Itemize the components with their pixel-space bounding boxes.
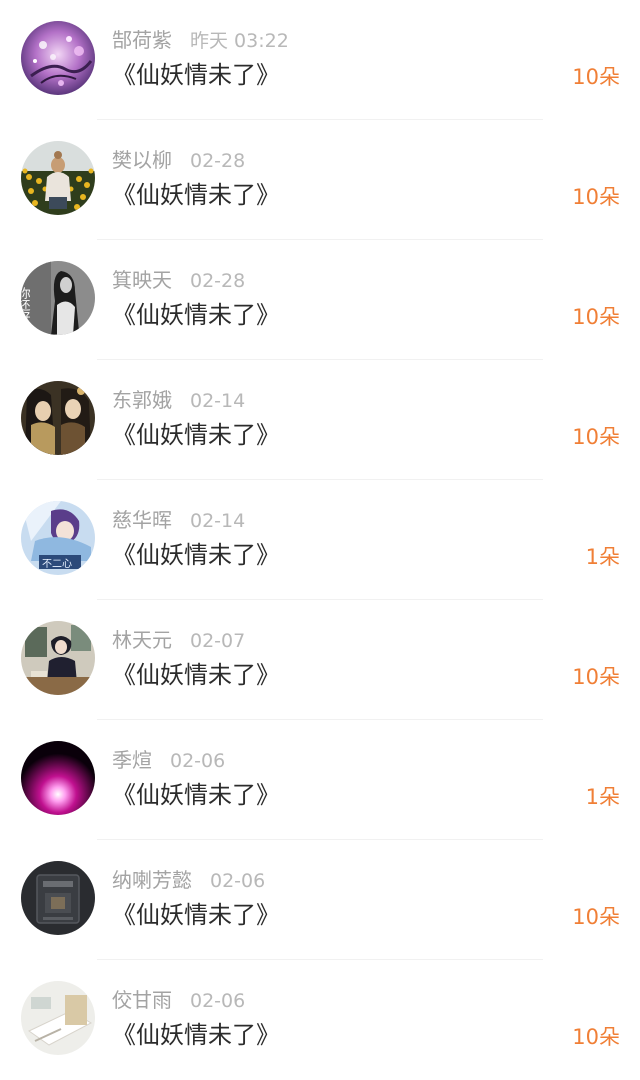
entry-meta: 箕映天 02-28 — [112, 266, 245, 294]
flower-count: 10朵 — [572, 185, 620, 209]
list-item[interactable]: 樊以柳 02-28 《仙妖情未了》 10朵 — [0, 120, 640, 240]
entry-meta: 樊以柳 02-28 — [112, 146, 245, 174]
book-title[interactable]: 《仙妖情未了》 — [112, 178, 280, 212]
entry-time: 昨天 03:22 — [190, 30, 289, 52]
avatar-dark-screen-icon[interactable] — [21, 861, 95, 935]
user-name[interactable]: 佼甘雨 — [112, 988, 172, 1012]
flower-count: 10朵 — [572, 1025, 620, 1049]
book-title[interactable]: 《仙妖情未了》 — [112, 1018, 280, 1052]
list-item[interactable]: 你还好吗 箕映天 02-28 《仙妖情未了》 10朵 — [0, 240, 640, 360]
user-name[interactable]: 樊以柳 — [112, 148, 172, 172]
entry-time: 02-14 — [190, 390, 246, 412]
list-item[interactable]: 纳喇芳懿 02-06 《仙妖情未了》 10朵 — [0, 840, 640, 960]
avatar-caption: 不二心 — [42, 558, 72, 570]
entry-meta: 纳喇芳懿 02-06 — [112, 866, 265, 894]
entry-meta: 佼甘雨 02-06 — [112, 986, 245, 1014]
book-title[interactable]: 《仙妖情未了》 — [112, 538, 280, 572]
entry-time: 02-06 — [190, 990, 246, 1012]
user-name[interactable]: 季煊 — [112, 748, 152, 772]
entry-meta: 慈华晖 02-14 — [112, 506, 245, 534]
user-name[interactable]: 慈华晖 — [112, 508, 172, 532]
book-title[interactable]: 《仙妖情未了》 — [112, 778, 280, 812]
list-item[interactable]: 季煊 02-06 《仙妖情未了》 1朵 — [0, 720, 640, 840]
flower-count: 10朵 — [572, 425, 620, 449]
flower-count: 10朵 — [572, 65, 620, 89]
flower-count: 10朵 — [572, 665, 620, 689]
book-title[interactable]: 《仙妖情未了》 — [112, 298, 280, 332]
entry-meta: 郜荷紫 昨天 03:22 — [112, 26, 289, 54]
book-title[interactable]: 《仙妖情未了》 — [112, 418, 280, 452]
avatar-desk-items-icon[interactable] — [21, 981, 95, 1055]
avatar-purple-blossom-icon[interactable] — [21, 21, 95, 95]
entry-time: 02-06 — [170, 750, 226, 772]
entry-time: 02-07 — [190, 630, 246, 652]
avatar-anime-couple-icon[interactable] — [21, 381, 95, 455]
flower-count: 10朵 — [572, 305, 620, 329]
entry-meta: 东郭娥 02-14 — [112, 386, 245, 414]
entry-meta: 林天元 02-07 — [112, 626, 245, 654]
entry-time: 02-06 — [210, 870, 266, 892]
list-item[interactable]: 林天元 02-07 《仙妖情未了》 10朵 — [0, 600, 640, 720]
book-title[interactable]: 《仙妖情未了》 — [112, 658, 280, 692]
entry-time: 02-28 — [190, 270, 246, 292]
user-name[interactable]: 箕映天 — [112, 268, 172, 292]
user-name[interactable]: 纳喇芳懿 — [112, 868, 192, 892]
entry-meta: 季煊 02-06 — [112, 746, 225, 774]
list-item[interactable]: 不二心 慈华晖 02-14 《仙妖情未了》 1朵 — [0, 480, 640, 600]
user-name[interactable]: 郜荷紫 — [112, 28, 172, 52]
avatar-caption: 你还好吗 — [21, 287, 31, 335]
avatar-girl-sunflowers-icon[interactable] — [21, 141, 95, 215]
avatar-magenta-glow-icon[interactable] — [21, 741, 95, 815]
book-title[interactable]: 《仙妖情未了》 — [112, 898, 280, 932]
avatar-grayscale-girl-icon[interactable]: 你还好吗 — [21, 261, 95, 335]
avatar-anime-boy-blue-icon[interactable]: 不二心 — [21, 501, 95, 575]
list-item[interactable]: 东郭娥 02-14 《仙妖情未了》 10朵 — [0, 360, 640, 480]
entry-time: 02-28 — [190, 150, 246, 172]
user-name[interactable]: 林天元 — [112, 628, 172, 652]
avatar-boy-desk-icon[interactable] — [21, 621, 95, 695]
flower-count: 1朵 — [585, 545, 620, 569]
list-item[interactable]: 佼甘雨 02-06 《仙妖情未了》 10朵 — [0, 960, 640, 1080]
entry-time: 02-14 — [190, 510, 246, 532]
list-item[interactable]: 郜荷紫 昨天 03:22 《仙妖情未了》 10朵 — [0, 0, 640, 120]
user-name[interactable]: 东郭娥 — [112, 388, 172, 412]
flower-count: 10朵 — [572, 905, 620, 929]
gift-list: 郜荷紫 昨天 03:22 《仙妖情未了》 10朵 樊以柳 02-28 《仙妖情未… — [0, 0, 640, 1079]
flower-count: 1朵 — [585, 785, 620, 809]
book-title[interactable]: 《仙妖情未了》 — [112, 58, 280, 92]
